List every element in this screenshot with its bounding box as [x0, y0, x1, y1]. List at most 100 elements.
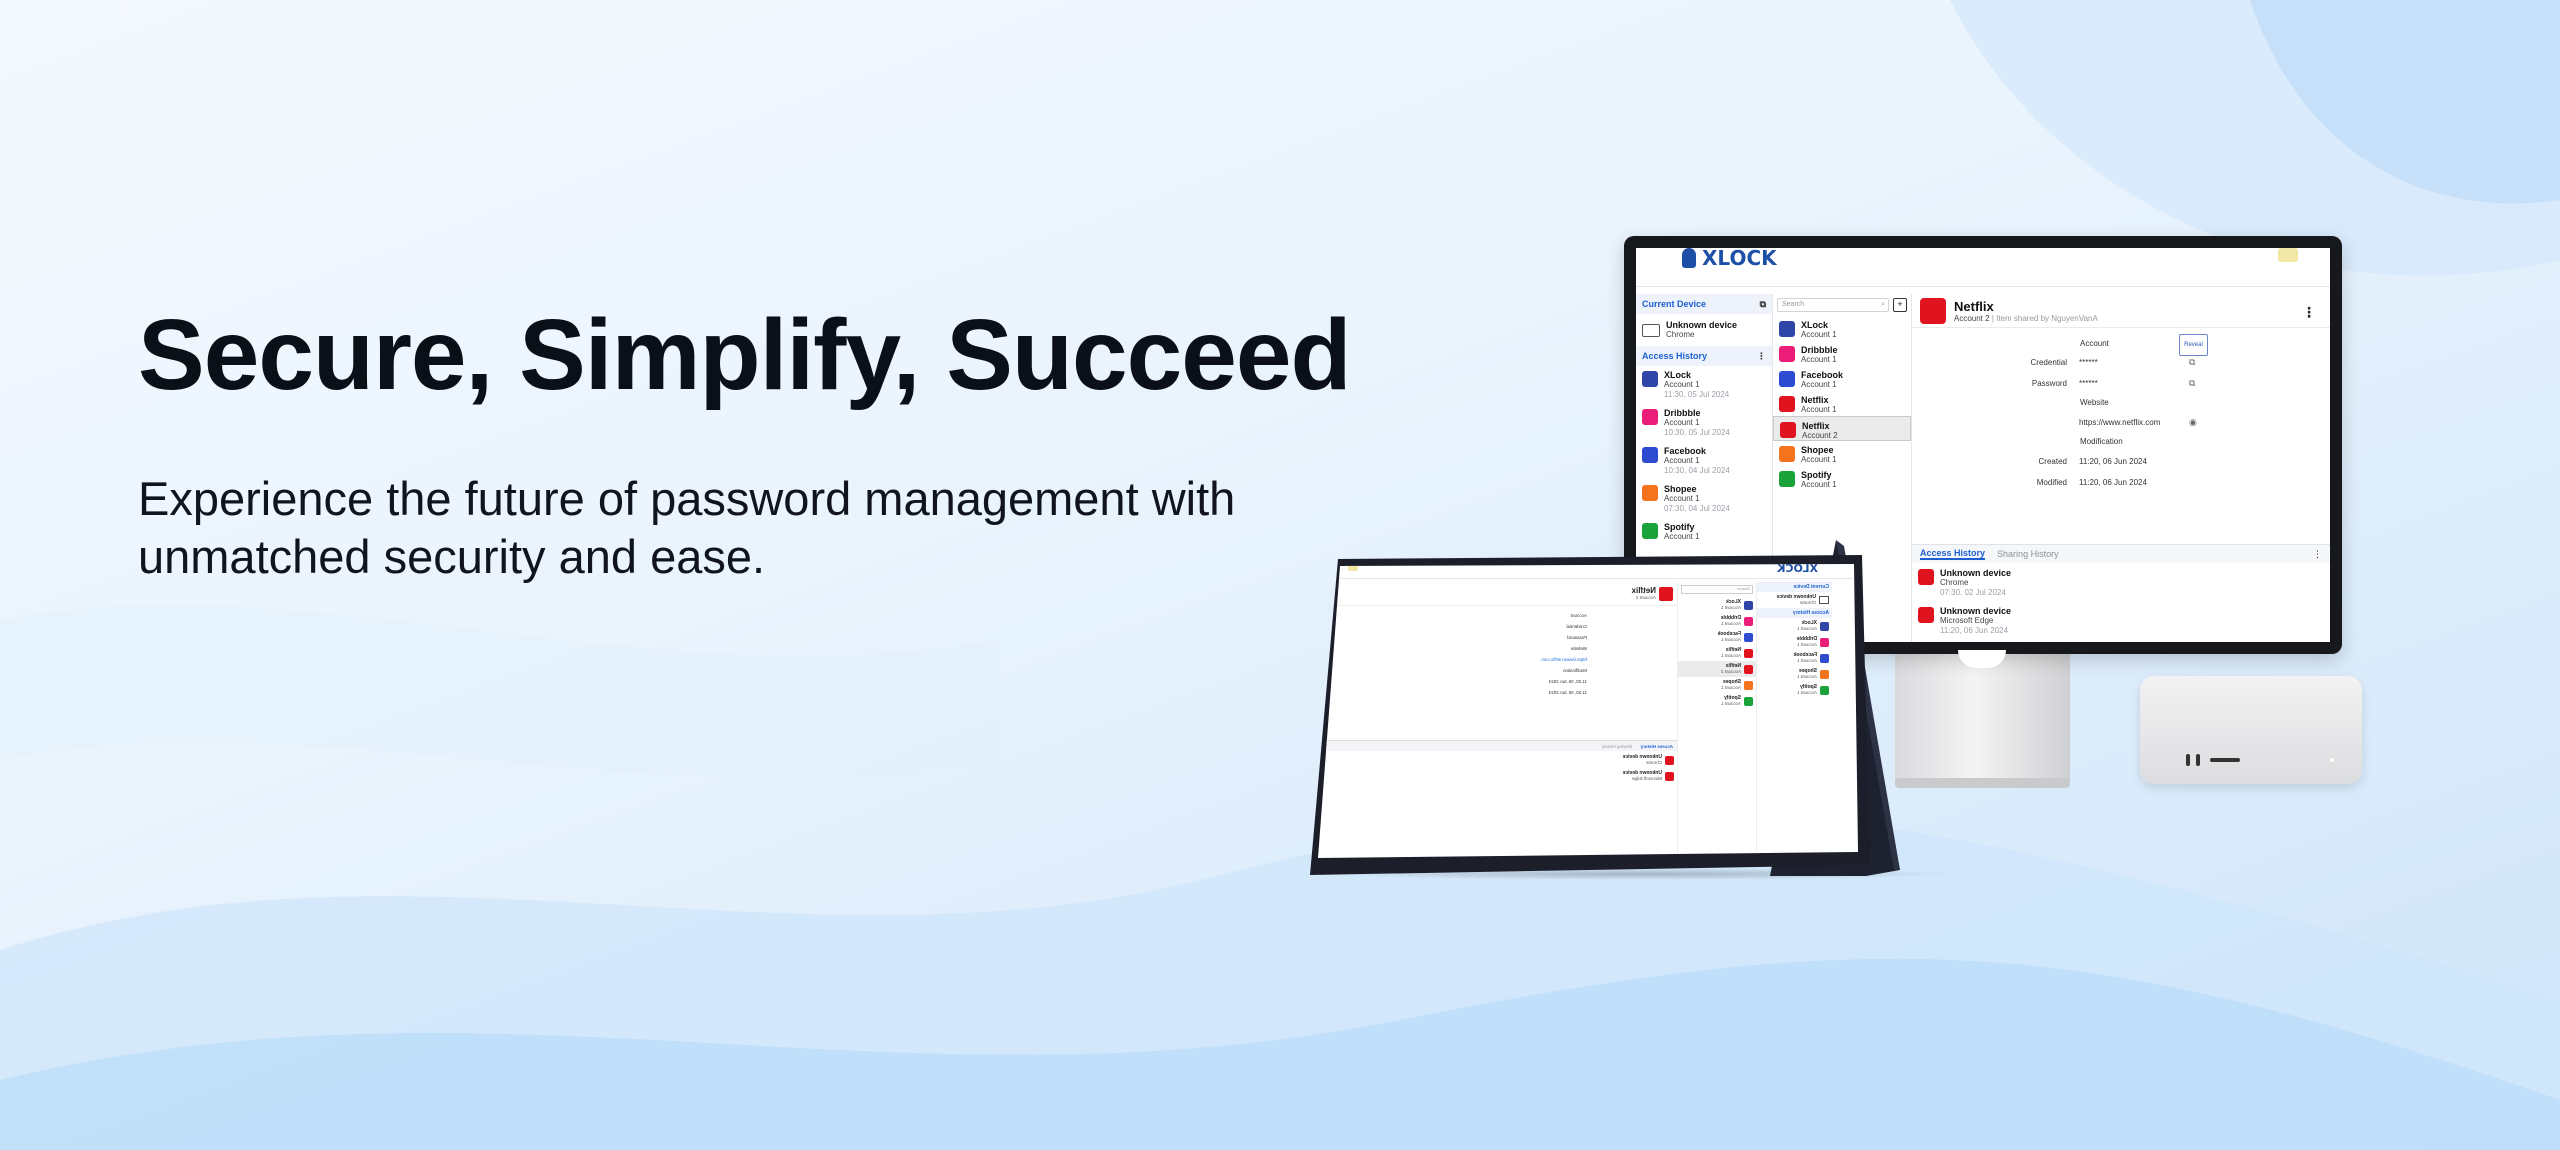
app-icon — [1820, 621, 1829, 631]
copy-icon[interactable]: ⧉ — [2189, 378, 2195, 389]
history-entry-text: Unknown device Microsoft Edge 11:20, 06 Ju… — [1940, 606, 2011, 636]
laptop-current-device-heading: Current Device — [1757, 582, 1832, 592]
laptop-access-text: XLock Account 1 — [1797, 620, 1817, 632]
password-value: ****** — [2079, 379, 2098, 388]
laptop-list-item[interactable]: Shopee Account 1 — [1678, 677, 1756, 693]
device-browser: Chrome — [1666, 330, 1695, 339]
history-entry[interactable]: Unknown device Chrome 07:30, 02 Jul 2024 — [1912, 564, 2330, 602]
list-item[interactable]: XLock Account 1 — [1773, 316, 1911, 341]
list-item[interactable]: Dribbble Account 1 — [1773, 341, 1911, 366]
access-history-item[interactable]: Dribbble Account 1 10:30, 05 Jul 2024 — [1636, 404, 1772, 442]
laptop-list-item[interactable]: Facebook Account 1 — [1678, 629, 1756, 645]
laptop-history-entry[interactable]: Unknown device Microsoft Edge — [1318, 768, 1677, 784]
laptop-tab-access[interactable]: Access History — [1640, 744, 1673, 749]
laptop-website-link[interactable]: https://www.netflix.com — [1318, 654, 1587, 665]
item-account: Account 2 — [1720, 669, 1741, 674]
entry-device: Unknown device — [1940, 568, 2012, 578]
item-account: Account 1 — [1801, 355, 1837, 364]
history-entry[interactable]: Unknown device Microsoft Edge 11:20, 06 Ju… — [1912, 602, 2330, 640]
laptop-list-item[interactable]: Netflix Account 1 — [1678, 645, 1756, 661]
sd-slot — [2210, 758, 2240, 762]
access-history-item[interactable]: Spotify Account 1 — [1636, 518, 1772, 546]
laptop-detail-title: Netflix — [1631, 586, 1656, 595]
tab-sharing-history[interactable]: Sharing History — [1997, 549, 2059, 559]
current-device-header: Current Device ⧉ — [1636, 294, 1772, 314]
laptop-sidebar: Current Device Unknown device Chrome Acce… — [1756, 582, 1832, 858]
app-icon — [1779, 371, 1795, 387]
detail-account: Account 2 — [1954, 313, 1990, 323]
laptop-detail-header: Netflix Account 2 — [1318, 582, 1677, 606]
entry-browser: Microsoft Edge — [1631, 776, 1662, 781]
item-account: Account 1 — [1720, 621, 1741, 626]
laptop-item-text: Netflix Account 1 — [1721, 647, 1741, 659]
tab-access-history[interactable]: Access History — [1920, 548, 1986, 560]
credential-label: Credential — [2030, 358, 2067, 367]
item-account: Account 1 — [1720, 605, 1741, 610]
laptop-item-text: XLock Account 1 — [1721, 599, 1741, 611]
laptop-access-item[interactable]: Dribbble Account 1 — [1757, 634, 1832, 650]
copy-icon[interactable]: ⧉ — [2189, 357, 2195, 368]
item-account: Account 1 — [1796, 626, 1817, 631]
entry-time: 07:30, 02 Jul 2024 — [1940, 588, 2006, 597]
laptop-search-input[interactable]: Search — [1681, 585, 1753, 594]
device-icon — [1819, 596, 1829, 604]
device-icon — [1642, 323, 1660, 337]
list-item[interactable]: Netflix Account 1 — [1773, 391, 1911, 416]
laptop-access-item[interactable]: XLock Account 1 — [1757, 618, 1832, 634]
list-item[interactable]: Netflix Account 2 — [1773, 416, 1911, 441]
laptop-tab-sharing[interactable]: Sharing History — [1602, 744, 1633, 749]
history-tabs: Access History Sharing History ⋮ — [1912, 544, 2330, 563]
search-input[interactable]: Search ⌕ — [1777, 298, 1889, 312]
netflix-icon — [1665, 771, 1674, 781]
list-item-text: Facebook Account 1 — [1801, 370, 1843, 390]
laptop-access-item[interactable]: Facebook Account 1 — [1757, 650, 1832, 666]
laptop-list-item[interactable]: XLock Account 1 — [1678, 597, 1756, 613]
access-history-item[interactable]: Facebook Account 1 10:30, 04 Jul 2024 — [1636, 442, 1772, 480]
item-account: Account 1 — [1720, 701, 1741, 706]
more-vertical-icon[interactable]: ⋮ — [1757, 351, 1766, 362]
detail-header: Netflix Account 2 | Item shared by Nguye… — [1912, 294, 2330, 328]
more-vertical-icon[interactable]: ⋮ — [2302, 304, 2316, 321]
reveal-button[interactable]: Reveal — [2179, 334, 2208, 356]
external-link-icon[interactable]: ⧉ — [1760, 299, 1766, 310]
access-history-item[interactable]: XLock Account 1 11:30, 05 Jul 2024 — [1636, 366, 1772, 404]
website-link[interactable]: https://www.netflix.com — [2079, 418, 2189, 427]
item-time: 11:30, 05 Jul 2024 — [1664, 390, 1730, 399]
list-item[interactable]: Spotify Account 1 — [1773, 466, 1911, 491]
access-history-item[interactable]: Shopee Account 1 07:30, 04 Jul 2024 — [1636, 480, 1772, 518]
laptop-history-entry[interactable]: Unknown device Chrome — [1318, 752, 1677, 768]
app-icon — [1744, 600, 1753, 610]
laptop-history-tabs: Access History Sharing History — [1318, 740, 1677, 751]
eye-icon[interactable]: ◉ — [2189, 417, 2197, 428]
access-history-text: Facebook Account 1 10:30, 04 Jul 2024 — [1664, 446, 1730, 476]
list-item-text: Shopee Account 1 — [1801, 445, 1837, 465]
add-item-button[interactable]: + — [1893, 298, 1907, 312]
list-item-text: Netflix Account 1 — [1801, 395, 1837, 415]
app-icon — [1820, 685, 1829, 695]
item-account: Account 1 — [1796, 642, 1817, 647]
xlock-logo[interactable]: XLOCK — [1682, 248, 1777, 270]
laptop-list-item[interactable]: Netflix Account 2 — [1678, 661, 1756, 677]
laptop-history-list: Unknown device Chrome Unknown device Micros… — [1318, 752, 1677, 784]
item-account: Account 1 — [1796, 690, 1817, 695]
item-account: Account 1 — [1801, 380, 1837, 389]
app-icon — [1744, 696, 1753, 706]
password-label: Password — [2031, 379, 2067, 388]
item-name: Facebook — [1801, 370, 1844, 380]
netflix-icon — [1665, 755, 1674, 765]
mac-mini-device — [2140, 676, 2362, 784]
more-vertical-icon[interactable]: ⋮ — [2313, 549, 2322, 560]
laptop-access-item[interactable]: Shopee Account 1 — [1757, 666, 1832, 682]
item-name: Shopee — [1801, 445, 1834, 455]
laptop-detail-fields: Account Credential Password Website http… — [1318, 606, 1677, 698]
laptop-access-text: Spotify Account 1 — [1797, 684, 1817, 696]
app-topbar: XLOCK — [1636, 248, 2330, 287]
laptop-list-item[interactable]: Spotify Account 1 — [1678, 693, 1756, 709]
laptop-access-text: Facebook Account 1 — [1794, 652, 1817, 664]
list-item[interactable]: Facebook Account 1 — [1773, 366, 1911, 391]
laptop-list-item[interactable]: Dribbble Account 1 — [1678, 613, 1756, 629]
user-avatar[interactable] — [2278, 248, 2298, 262]
laptop-access-item[interactable]: Spotify Account 1 — [1757, 682, 1832, 698]
list-item[interactable]: Shopee Account 1 — [1773, 441, 1911, 466]
entry-time: 11:20, 06 Jun 2024 — [1940, 626, 2008, 635]
